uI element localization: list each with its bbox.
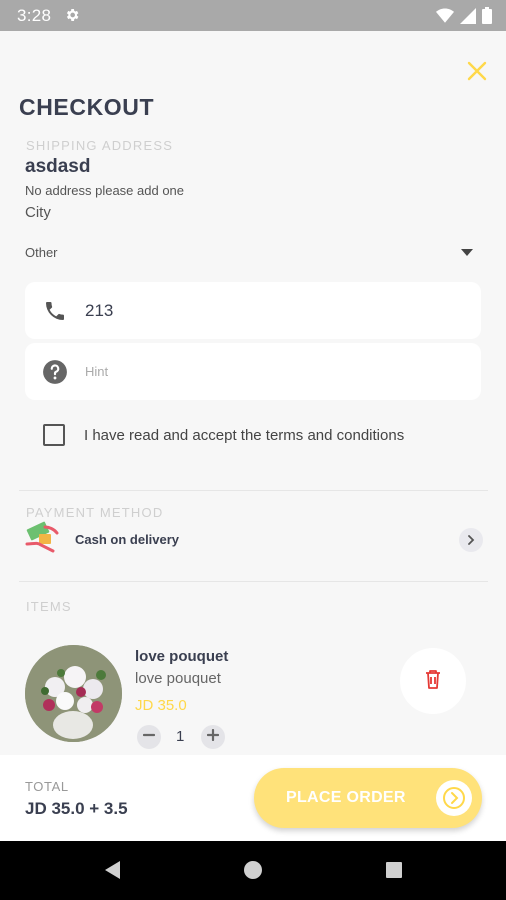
phone-icon [25,299,85,323]
increase-quantity-button[interactable] [201,725,225,749]
divider [19,490,488,491]
phone-input[interactable] [85,300,455,321]
help-icon [25,359,85,385]
shipping-section-label: SHIPPING ADDRESS [26,138,174,153]
recents-square-icon [385,861,403,884]
items-section-label: ITEMS [26,599,72,614]
trash-icon [425,669,441,694]
nav-back-button[interactable] [101,860,125,884]
dropdown-arrow-icon [461,243,481,261]
address-type-value: Other [25,244,58,260]
hint-input[interactable] [85,364,455,379]
status-bar: 3:28 [0,0,506,31]
payment-method-label: Cash on delivery [75,531,180,547]
total-label: TOTAL [25,779,69,794]
item-description: love pouquet [135,670,221,687]
plus-icon [206,728,220,746]
item-price: JD 35.0 [135,697,187,714]
checkout-footer: TOTAL JD 35.0 + 3.5 PLACE ORDER [0,755,506,841]
system-nav-bar [0,841,506,900]
close-button[interactable] [462,58,492,88]
place-order-button[interactable]: PLACE ORDER [254,768,482,828]
delete-item-button[interactable] [400,648,466,714]
home-circle-icon [243,860,263,885]
phone-field[interactable] [25,282,481,339]
payment-section-label: PAYMENT METHOD [26,505,164,520]
shipping-name: asdasd [25,156,91,177]
cash-icon [25,520,61,559]
payment-method-row[interactable]: Cash on delivery [25,520,483,559]
close-icon [467,61,487,86]
item-quantity: 1 [176,728,185,745]
decrease-quantity-button[interactable] [137,725,161,749]
divider [19,581,488,582]
shipping-city: City [25,204,51,221]
settings-gear-icon [64,7,80,28]
shipping-address-line: No address please add one [25,183,185,198]
minus-icon [142,728,156,746]
arrow-right-icon [436,780,472,816]
back-triangle-icon [104,860,122,885]
terms-label: I have read and accept the terms and con… [84,426,405,444]
terms-checkbox[interactable] [43,424,65,446]
status-time: 3:28 [17,6,52,25]
page-title: CHECKOUT [19,94,155,120]
hint-field[interactable] [25,343,481,400]
signal-icon [460,7,476,29]
chevron-right-icon [459,528,483,552]
address-type-dropdown[interactable]: Other [25,238,481,266]
terms-checkbox-row[interactable]: I have read and accept the terms and con… [43,424,404,446]
wifi-icon [436,8,454,29]
place-order-label: PLACE ORDER [286,789,406,806]
item-image [25,645,122,742]
item-name: love pouquet [135,648,229,665]
nav-home-button[interactable] [241,860,265,884]
nav-recents-button[interactable] [382,860,406,884]
battery-icon [482,7,492,29]
total-value: JD 35.0 + 3.5 [25,799,128,818]
